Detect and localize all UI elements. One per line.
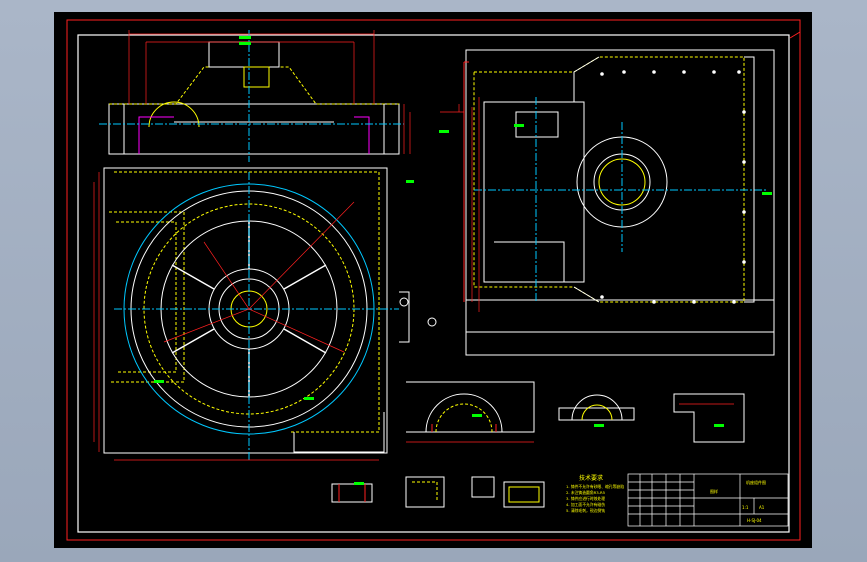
corner-mark bbox=[789, 31, 801, 39]
tech-note: 4. 加工面不允许有碰伤 bbox=[566, 502, 605, 507]
detail-views bbox=[331, 291, 745, 508]
title-block-scale: 1:1 bbox=[742, 505, 749, 510]
title-block-drawing-name: 机座组件图 bbox=[746, 479, 766, 485]
tech-note: 1. 铸件不允许有砂眼、缩孔等缺陷 bbox=[566, 484, 624, 489]
tech-notes-block: 技术要求 1. 铸件不允许有砂眼、缩孔等缺陷 2. 未注铸造圆角R3-R5 3.… bbox=[566, 474, 624, 513]
top-plan-view bbox=[93, 167, 399, 462]
tech-note: 3. 铸件应进行时效处理 bbox=[566, 496, 605, 501]
side-view bbox=[440, 49, 775, 356]
front-section-view bbox=[99, 30, 411, 162]
outer-frame bbox=[66, 19, 801, 541]
drawing-sheet: 技术要求 1. 铸件不允许有砂眼、缩孔等缺陷 2. 未注铸造圆角R3-R5 3.… bbox=[54, 12, 812, 548]
bolt-holes bbox=[600, 70, 746, 304]
inner-frame bbox=[77, 34, 790, 533]
title-block-code: H-SJ-04 bbox=[747, 518, 762, 523]
dimension-marks bbox=[154, 36, 772, 485]
drawing-canvas: 技术要求 1. 铸件不允许有砂眼、缩孔等缺陷 2. 未注铸造圆角R3-R5 3.… bbox=[66, 19, 801, 541]
title-block-sheet: A1 bbox=[759, 505, 765, 510]
tech-note: 5. 清除毛刺，锐边倒钝 bbox=[566, 508, 605, 513]
title-block-center: 图样 bbox=[710, 488, 718, 494]
cad-viewport[interactable]: 技术要求 1. 铸件不允许有砂眼、缩孔等缺陷 2. 未注铸造圆角R3-R5 3.… bbox=[0, 0, 867, 562]
title-block: 图样 机座组件图 1:1 A1 H-SJ-04 bbox=[627, 473, 789, 527]
tech-note: 2. 未注铸造圆角R3-R5 bbox=[566, 490, 606, 495]
tech-notes-heading: 技术要求 bbox=[579, 474, 603, 482]
